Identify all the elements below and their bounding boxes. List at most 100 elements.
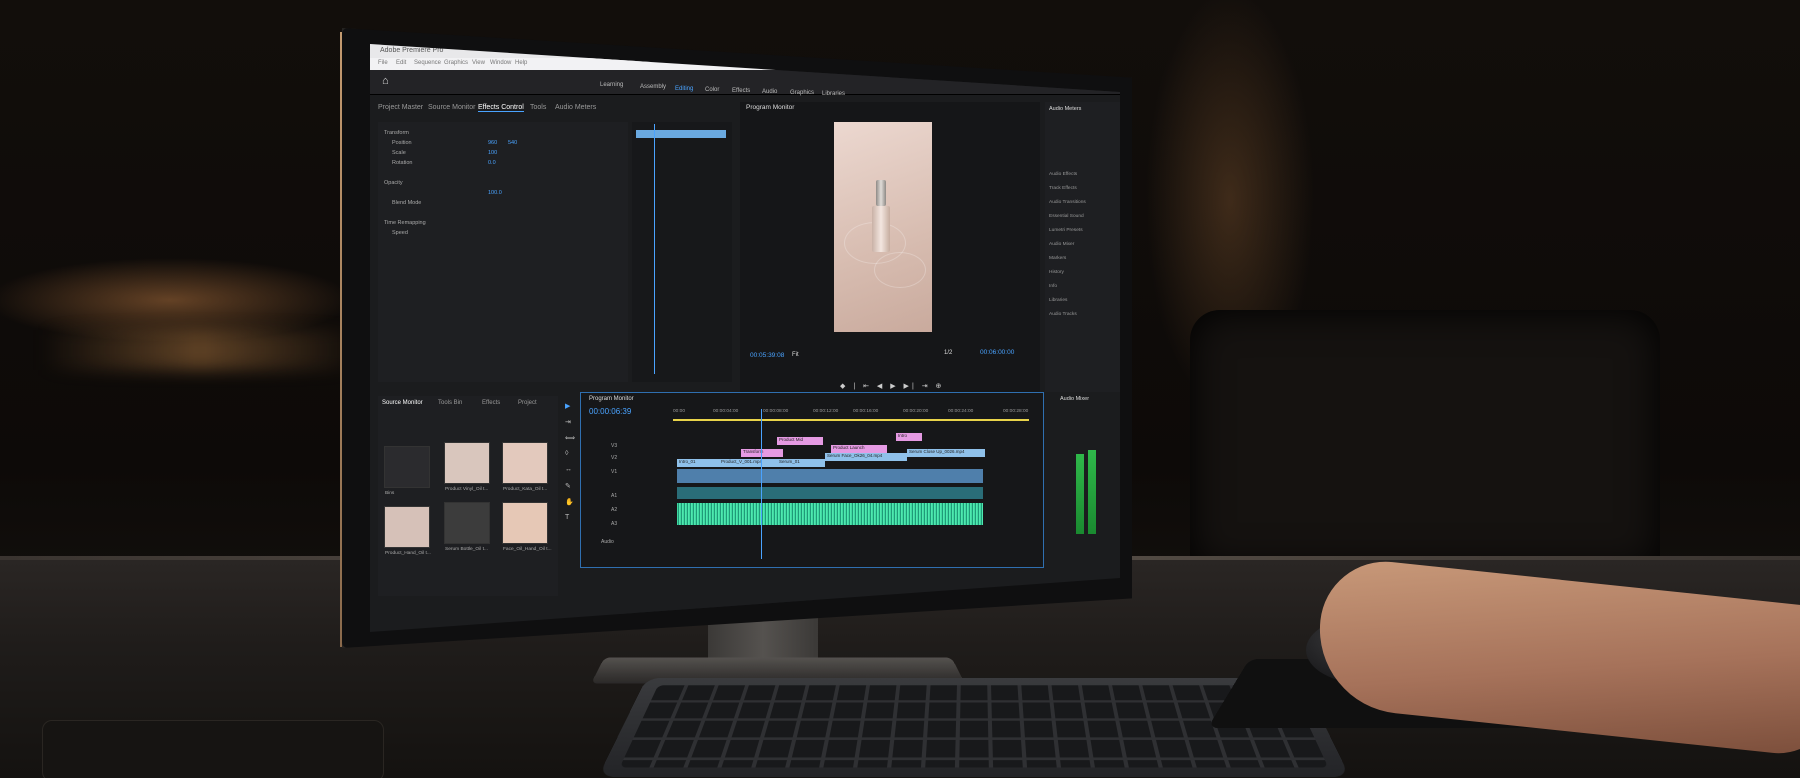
position-x-value[interactable]: 960	[488, 140, 497, 146]
video-track-clips[interactable]	[677, 469, 983, 483]
panel-item[interactable]: Info	[1049, 284, 1057, 289]
tab-project-master[interactable]: Project Master	[378, 104, 423, 111]
panel-item[interactable]: Audio Effects	[1049, 172, 1077, 177]
video-clip-label[interactable]: Product_V_001.mp4	[719, 459, 777, 467]
menu-graphics[interactable]: Graphics	[444, 60, 468, 66]
razor-tool-icon[interactable]: ◊	[565, 450, 568, 457]
menu-window[interactable]: Window	[490, 60, 511, 66]
effect-time-remapping[interactable]: Time Remapping	[384, 220, 426, 226]
panel-item[interactable]: Lumetri Presets	[1049, 228, 1083, 233]
bin-clip-thumbnail[interactable]: Product_Hand_Oil t...	[384, 506, 431, 556]
workspace-assembly[interactable]: Assembly	[640, 84, 666, 90]
keyframe-area[interactable]	[632, 122, 732, 382]
tab-tools[interactable]: Tools	[530, 104, 546, 111]
position-y-value[interactable]: 540	[508, 140, 517, 146]
rotation-value[interactable]: 0.0	[488, 160, 496, 166]
bin-item-label: Product_Kata_Oil t...	[503, 487, 548, 492]
pen-tool-icon[interactable]: ✎	[565, 482, 571, 490]
tab-effects-control[interactable]: Effects Control	[478, 104, 524, 112]
bin-item-label: Product Vinyl_Oil t...	[445, 487, 489, 492]
bin-clip-thumbnail[interactable]: Product_Kata_Oil t...	[502, 442, 548, 492]
menu-view[interactable]: View	[472, 60, 485, 66]
audio-waveform[interactable]	[677, 503, 983, 525]
tab-source-monitor[interactable]: Source Monitor	[428, 104, 475, 111]
bin-tab-effects[interactable]: Effects	[482, 400, 500, 406]
effect-speed[interactable]: Speed	[392, 230, 408, 236]
graphic-clip[interactable]: Transform	[741, 449, 783, 457]
audio-track-label[interactable]: Audio	[601, 539, 661, 549]
track-header-a3[interactable]: A3	[611, 521, 671, 531]
bin-clip-thumbnail[interactable]: Face_Oil_Hand_Oil t...	[502, 502, 552, 552]
timeline-playhead[interactable]	[761, 409, 762, 559]
project-bin: Source Monitor Tools Bin Effects Project…	[378, 396, 558, 596]
panel-item[interactable]: Audio Tracks	[1049, 312, 1077, 317]
panel-item[interactable]: Track Effects	[1049, 186, 1077, 191]
bin-tab-source-monitor[interactable]: Source Monitor	[382, 400, 423, 406]
slip-tool-icon[interactable]: ↔	[565, 466, 572, 473]
program-duration: 00:06:00:00	[980, 349, 1015, 356]
video-clip-label[interactable]: Serum Close Up_0026.mp4	[907, 449, 985, 457]
panel-item[interactable]: Essential Sound	[1049, 214, 1084, 219]
bin-tab-tools[interactable]: Tools Bin	[438, 400, 462, 406]
graphic-clip[interactable]: Product Mid	[777, 437, 823, 445]
track-header-v2[interactable]: V2	[611, 455, 671, 465]
effect-scale[interactable]: Scale	[392, 150, 406, 156]
home-icon[interactable]: ⌂	[382, 76, 392, 87]
effect-rotation[interactable]: Rotation	[392, 160, 413, 166]
workspace-audio[interactable]: Audio	[762, 89, 777, 95]
playback-resolution[interactable]: 1/2	[944, 350, 952, 356]
effect-position[interactable]: Position	[392, 140, 412, 146]
menu-edit[interactable]: Edit	[396, 60, 406, 66]
panel-item[interactable]: History	[1049, 270, 1064, 275]
transport-controls[interactable]: ◆ | ⇤ ◀ ▶ ▶| ⇥ ⊕	[840, 382, 944, 390]
keyframe-clip-bar	[636, 130, 726, 138]
panel-item[interactable]: Markers	[1049, 256, 1066, 261]
audio-track-a1[interactable]	[677, 487, 983, 499]
bin-clip-thumbnail[interactable]: Serum Bottle_Oil t...	[444, 502, 490, 552]
bin-tab-project[interactable]: Project	[518, 400, 537, 406]
menu-file[interactable]: File	[378, 60, 388, 66]
panel-item[interactable]: Audio Mixer	[1049, 242, 1074, 247]
bin-clip-thumbnail[interactable]: Product Vinyl_Oil t...	[444, 442, 490, 492]
video-clip-label[interactable]: Serum_01	[777, 459, 825, 467]
track-select-tool-icon[interactable]: ⇥	[565, 418, 571, 426]
type-tool-icon[interactable]: T	[565, 514, 569, 521]
effects-playhead[interactable]	[654, 124, 655, 374]
audio-level-meter-left	[1076, 454, 1084, 534]
audio-meters-title: Audio Meters	[1049, 106, 1082, 112]
panel-item[interactable]: Libraries	[1049, 298, 1067, 303]
hand-tool-icon[interactable]: ✋	[565, 498, 574, 506]
fit-dropdown[interactable]: Fit	[792, 352, 799, 358]
effect-opacity[interactable]: Opacity	[384, 180, 403, 186]
timeline-timecode[interactable]: 00:00:06:39	[589, 407, 631, 416]
selection-tool-icon[interactable]: ▶	[565, 402, 570, 410]
work-area-bar[interactable]	[673, 419, 1029, 421]
bin-folder[interactable]: Bins	[384, 446, 430, 496]
workspace-editing[interactable]: Editing	[675, 86, 693, 92]
opacity-value[interactable]: 100.0	[488, 190, 502, 196]
workspace-learning[interactable]: Learning	[600, 82, 623, 88]
timeline-ruler[interactable]: 00:00 00:00:04:00 00:00:08:00 00:00:12:0…	[673, 409, 1033, 419]
video-clip-label[interactable]: Intro_01	[677, 459, 719, 467]
program-timecode[interactable]: 00:05:39:08	[750, 352, 784, 359]
graphic-clip[interactable]: Intro	[896, 433, 922, 441]
track-header-a2[interactable]: A2	[611, 507, 671, 517]
workspace-libraries[interactable]: Libraries	[822, 91, 845, 97]
scale-value[interactable]: 100	[488, 150, 497, 156]
menu-help[interactable]: Help	[515, 60, 527, 66]
menu-sequence[interactable]: Sequence	[414, 60, 441, 66]
video-clip-label[interactable]: Serum Face_Ok26_04.mp4	[825, 453, 907, 461]
effect-blend-mode[interactable]: Blend Mode	[392, 200, 421, 206]
effect-transform[interactable]: Transform	[384, 130, 409, 136]
panel-item[interactable]: Audio Transitions	[1049, 200, 1086, 205]
workspace-color[interactable]: Color	[705, 87, 719, 93]
track-header-a1[interactable]: A1	[611, 493, 671, 503]
ripple-edit-tool-icon[interactable]: ⟺	[565, 434, 575, 442]
tab-audio-meters[interactable]: Audio Meters	[555, 104, 596, 111]
workspace-effects[interactable]: Effects	[732, 88, 750, 94]
track-header-v1[interactable]: V1	[611, 469, 671, 479]
track-header-v3[interactable]: V3	[611, 443, 671, 453]
graphic-clip[interactable]: Product Launch	[831, 445, 887, 453]
audio-level-meter-right	[1088, 450, 1096, 534]
workspace-graphics[interactable]: Graphics	[790, 90, 814, 96]
